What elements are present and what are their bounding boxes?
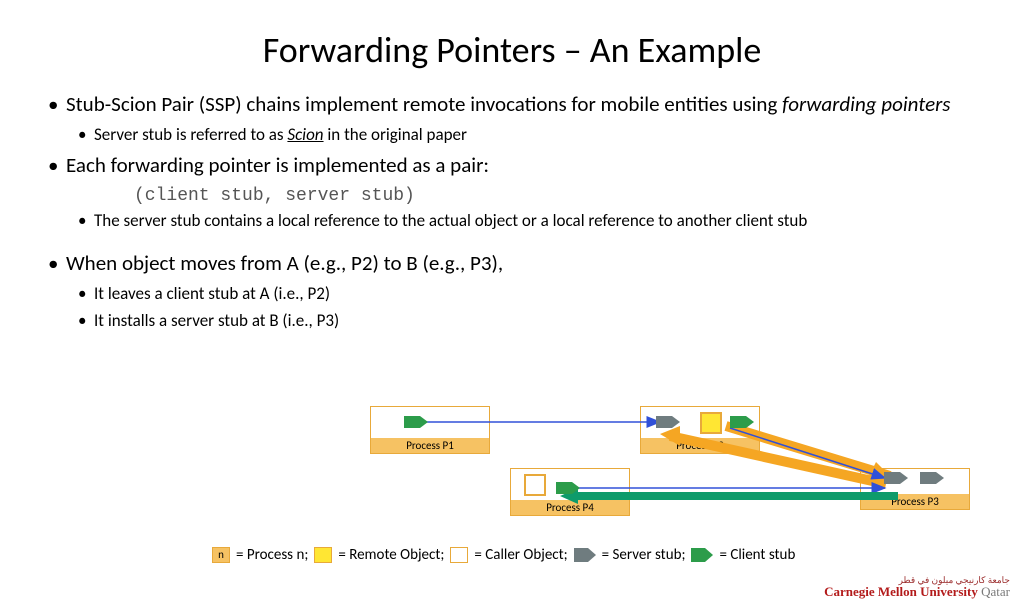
legend-text: = Server stub; xyxy=(602,546,686,564)
process-label: Process P3 xyxy=(861,494,969,509)
legend-text: = Remote Object; xyxy=(338,546,444,564)
text: Server stub is referred to as xyxy=(94,124,287,145)
process-p3: Process P3 xyxy=(860,468,970,510)
process-label: Process P2 xyxy=(641,438,759,453)
legend-remote-icon xyxy=(314,547,332,563)
text: Stub-Scion Pair (SSP) chains implement r… xyxy=(66,91,782,117)
legend-server-stub-icon xyxy=(574,548,596,562)
legend-text: = Client stub xyxy=(719,546,795,564)
bullet-1-sub: •Server stub is referred to as Scion in … xyxy=(78,124,986,147)
code-line: (client stub, server stub) xyxy=(134,186,986,206)
footer-qatar: Qatar xyxy=(978,584,1010,599)
legend-caller-icon xyxy=(450,547,468,563)
process-label: Process P4 xyxy=(511,500,629,515)
footer-logo: جامعة كارنيجي ميلون في قطر Carnegie Mell… xyxy=(824,576,1010,598)
text-em: Scion xyxy=(287,124,323,145)
legend-process-icon: n xyxy=(212,547,230,563)
legend: n = Process n; = Remote Object; = Caller… xyxy=(210,546,795,564)
footer-cmu: Carnegie Mellon University xyxy=(824,584,978,599)
legend-text: = Caller Object; xyxy=(474,546,567,564)
slide-body: •Stub-Scion Pair (SSP) chains implement … xyxy=(0,90,1024,333)
legend-client-stub-icon xyxy=(691,548,713,562)
caller-object-icon xyxy=(524,474,546,496)
slide-title: Forwarding Pointers – An Example xyxy=(0,28,1024,72)
text: in the original paper xyxy=(324,124,467,145)
text: It installs a server stub at B (i.e., P3… xyxy=(94,310,339,331)
process-label: Process P1 xyxy=(371,438,489,453)
bullet-2: •Each forwarding pointer is implemented … xyxy=(48,151,986,179)
text: It leaves a client stub at A (i.e., P2) xyxy=(94,283,330,304)
bullet-3-sub2: •It installs a server stub at B (i.e., P… xyxy=(78,310,986,333)
bullet-1: •Stub-Scion Pair (SSP) chains implement … xyxy=(48,90,986,118)
diagram: Process P1 Process P2 Process P3 Process… xyxy=(360,406,980,546)
bullet-2-sub: •The server stub contains a local refere… xyxy=(78,210,986,233)
process-p1: Process P1 xyxy=(370,406,490,454)
bullet-3: •When object moves from A (e.g., P2) to … xyxy=(48,249,986,277)
text: The server stub contains a local referen… xyxy=(94,210,807,231)
text: Each forwarding pointer is implemented a… xyxy=(66,152,489,178)
remote-object-icon xyxy=(700,412,722,434)
text-em: forwarding pointers xyxy=(782,91,950,117)
legend-text: = Process n; xyxy=(236,546,308,564)
text: When object moves from A (e.g., P2) to B… xyxy=(66,250,503,276)
bullet-3-sub1: •It leaves a client stub at A (i.e., P2) xyxy=(78,283,986,306)
